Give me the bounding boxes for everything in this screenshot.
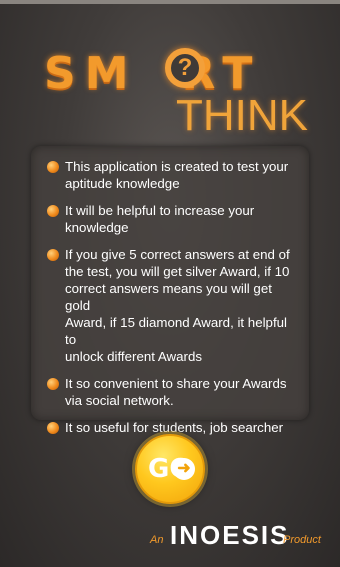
info-text: It will be helpful to increase your know… xyxy=(65,202,254,236)
bullet-icon xyxy=(47,205,59,217)
info-item: This application is created to test your… xyxy=(47,158,299,192)
info-text: It so convenient to share your Awards vi… xyxy=(65,375,287,409)
bullet-icon xyxy=(47,422,59,434)
footer-brand-line: An INOESIS Product xyxy=(150,520,321,552)
logo-think-text: THINK xyxy=(176,91,308,140)
bullet-icon xyxy=(47,249,59,261)
info-item: It will be helpful to increase your know… xyxy=(47,202,299,236)
top-border xyxy=(0,0,340,4)
bullet-icon xyxy=(47,161,59,173)
arrow-right-circle-icon: ➜ xyxy=(173,458,195,480)
info-item: It so convenient to share your Awards vi… xyxy=(47,375,299,409)
info-item: If you give 5 correct answers at end of … xyxy=(47,246,299,365)
footer-prefix: An xyxy=(150,534,164,546)
footer-suffix: Product xyxy=(283,534,321,546)
info-line: correct answers means you will get gold xyxy=(65,281,272,313)
question-mark-icon: ? xyxy=(165,48,205,88)
info-line: the test, you will get silver Award, if … xyxy=(65,264,290,279)
info-line: Award, if 15 diamond Award, it helpful t… xyxy=(65,315,287,347)
info-line: knowledge xyxy=(65,220,129,235)
info-text: This application is created to test your… xyxy=(65,158,288,192)
info-line: via social network. xyxy=(65,393,174,408)
app-logo: SM RT ? THINK xyxy=(0,44,340,144)
logo-question-mark: ? xyxy=(177,54,193,81)
info-line: It so convenient to share your Awards xyxy=(65,376,287,391)
go-button[interactable]: GO ➜ xyxy=(135,434,205,504)
info-panel: This application is created to test your… xyxy=(31,146,309,435)
info-line: unlock different Awards xyxy=(65,349,202,364)
info-line: It will be helpful to increase your xyxy=(65,203,255,218)
bullet-icon xyxy=(47,378,59,390)
info-line: aptitude knowledge xyxy=(65,176,180,191)
info-line: This application is created to test your xyxy=(65,159,289,174)
logo-smart-left: SM xyxy=(44,48,138,99)
info-text: If you give 5 correct answers at end of … xyxy=(65,246,299,365)
company-logo: INOESIS xyxy=(170,520,290,550)
info-line: If you give 5 correct answers at end of xyxy=(65,247,290,262)
